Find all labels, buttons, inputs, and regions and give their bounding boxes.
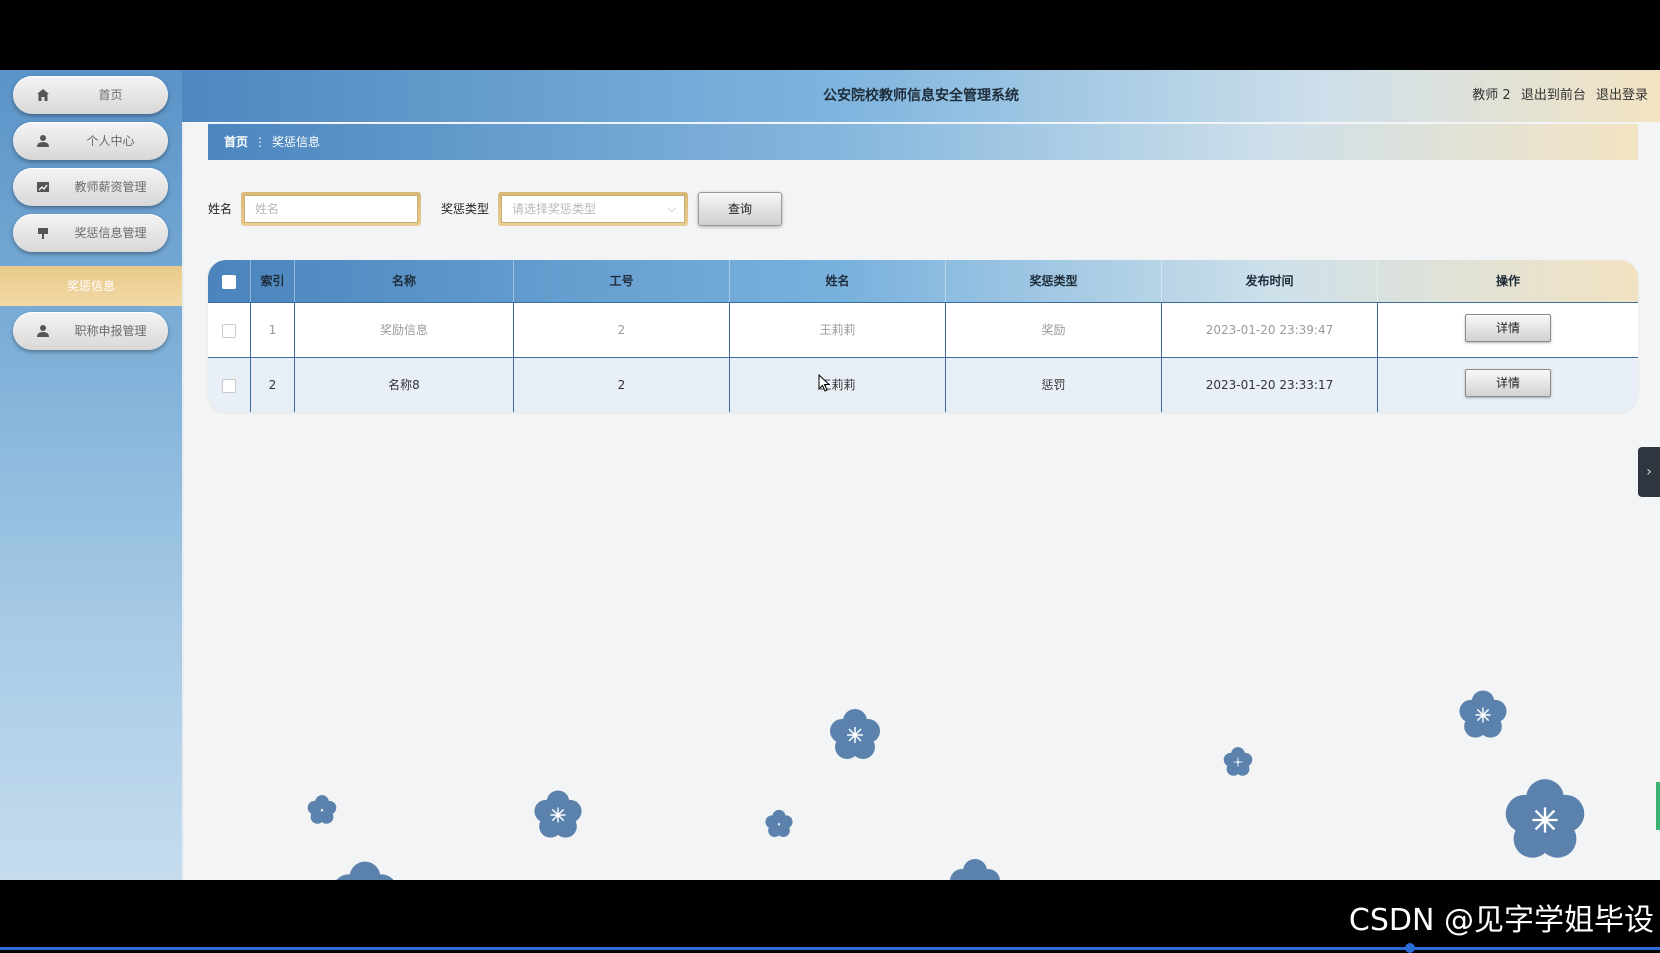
sidebar-item-label: 奖惩信息管理 [74,226,147,240]
table-row: 1 奖励信息 2 王莉莉 奖励 2023-01-20 23:39:47 详情 [208,302,1638,357]
sidebar-item-personal-center[interactable]: 个人中心 [13,122,168,160]
query-button[interactable]: 查询 [698,192,782,226]
row-checkbox[interactable] [222,378,236,393]
chart-icon [37,182,49,192]
breadcrumb: 首页 ⋮ 奖惩信息 [208,124,1638,160]
flower-decoration-icon [534,790,582,838]
flower-decoration-icon [1459,690,1507,738]
table-header: 索引 名称 工号 姓名 奖惩类型 发布时间 操作 [208,260,1638,302]
flower-decoration-icon [336,861,394,880]
cell-name: 名称8 [295,358,514,412]
top-header: 公安院校教师信息安全管理系统 教师 2 退出到前台 退出登录 [182,70,1660,122]
home-icon [37,89,49,101]
cell-index: 2 [251,358,295,412]
user-menu: 教师 2 退出到前台 退出登录 [1466,70,1648,122]
col-type: 奖惩类型 [946,260,1162,302]
cell-time: 2023-01-20 23:33:17 [1162,358,1378,412]
watermark: CSDN @见字学姐毕设 [1348,903,1654,938]
name-input-placeholder: 姓名 [244,195,418,223]
col-time: 发布时间 [1162,260,1378,302]
flower-decoration-icon [307,795,337,824]
sidebar-item-label: 个人中心 [86,134,135,148]
flower-decoration-icon [1223,747,1253,776]
select-all-cell [208,260,251,302]
col-job-no: 工号 [514,260,730,302]
breadcrumb-separator: ⋮ [254,135,267,149]
scroll-indicator [1656,782,1660,830]
select-all-checkbox[interactable] [222,274,236,289]
flower-decoration-icon [830,709,880,759]
col-index: 索引 [251,260,295,302]
cell-job-no: 2 [514,358,730,412]
flower-decoration-icon [1505,779,1585,858]
breadcrumb-current: 奖惩信息 [272,135,321,149]
flag-icon [38,228,48,239]
cell-person: 王莉莉 [730,358,946,412]
cell-type: 惩罚 [946,358,1162,412]
cell-name: 奖励信息 [295,303,514,357]
chevron-right-icon: › [1646,464,1652,480]
detail-button[interactable]: 详情 [1465,368,1551,397]
flower-decoration-icon [950,859,1000,880]
user-icon [37,135,49,147]
table-row: 2 名称8 2 王莉莉 惩罚 2023-01-20 23:33:17 详情 [208,357,1638,412]
flower-decoration-icon [765,809,793,838]
username: 教师 2 [1472,88,1511,103]
sidebar-item-label: 首页 [98,88,123,102]
app-title: 公安院校教师信息安全管理系统 [823,88,1019,104]
col-name: 名称 [295,260,514,302]
col-person: 姓名 [730,260,946,302]
logout-link[interactable]: 退出登录 [1596,88,1648,103]
type-select-placeholder: 请选择奖惩类型 [512,202,597,216]
cell-type: 奖励 [946,303,1162,357]
sidebar-item-salary[interactable]: 教师薪资管理 [13,168,168,206]
sidebar-item-rewards[interactable]: 奖惩信息管理 [13,214,168,252]
sidebar-item-label: 教师薪资管理 [74,180,147,194]
progress-handle[interactable] [1405,943,1415,953]
front-page-link[interactable]: 退出到前台 [1521,88,1586,103]
row-checkbox[interactable] [222,323,236,338]
type-label: 奖惩类型 [441,202,490,216]
detail-button[interactable]: 详情 [1465,313,1551,342]
sidebar-item-title-application[interactable]: 职称申报管理 [13,312,168,350]
col-action: 操作 [1495,274,1520,288]
rewards-table: 索引 名称 工号 姓名 奖惩类型 发布时间 操作 1 奖励信息 2 王莉莉 奖励… [208,260,1638,412]
breadcrumb-home[interactable]: 首页 [224,124,248,160]
name-input[interactable]: 姓名 [241,192,421,226]
name-label: 姓名 [208,202,233,216]
mouse-cursor-icon [818,374,831,392]
app-window: 首页 个人中心 教师薪资管理 奖惩信息管理 奖惩信息 职称申报管理 公安院校教师… [0,70,1660,880]
sidebar-item-home[interactable]: 首页 [13,76,168,114]
cell-time: 2023-01-20 23:39:47 [1162,303,1378,357]
user-icon [37,325,49,337]
type-select[interactable]: 请选择奖惩类型 ⌵ [498,192,688,226]
sidebar: 首页 个人中心 教师薪资管理 奖惩信息管理 奖惩信息 职称申报管理 [0,70,184,880]
cell-index: 1 [251,303,295,357]
chevron-down-icon: ⌵ [667,202,676,215]
cell-person: 王莉莉 [730,303,946,357]
cell-job-no: 2 [514,303,730,357]
sidebar-item-label: 职称申报管理 [74,324,147,338]
sidebar-subitem-rewards-info[interactable]: 奖惩信息 [0,266,182,306]
side-expand-tab[interactable]: › [1638,447,1660,497]
